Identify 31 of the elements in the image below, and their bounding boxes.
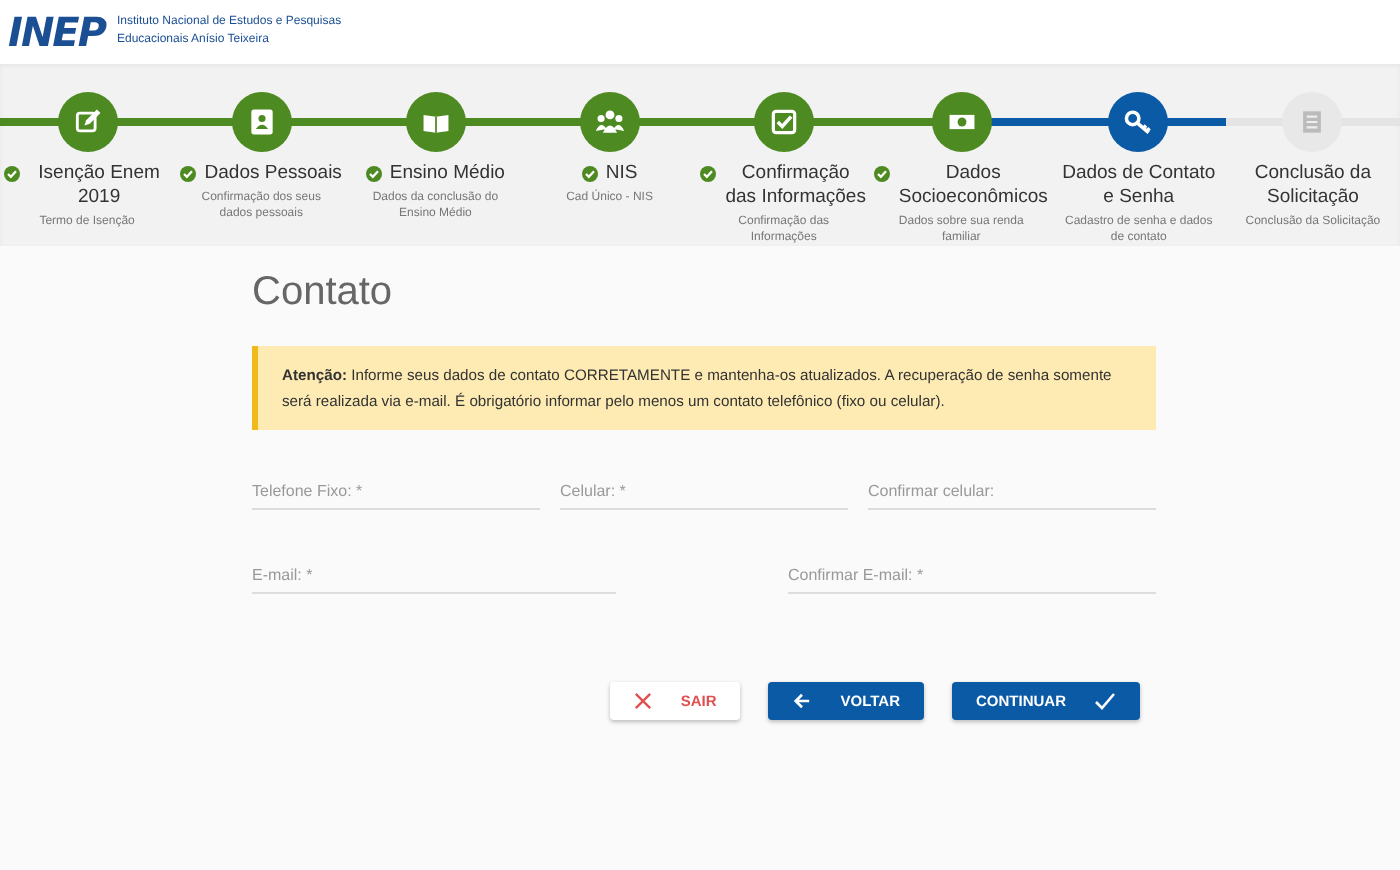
checkbox-icon xyxy=(767,106,800,138)
id-card-icon xyxy=(245,106,278,138)
input-field[interactable]: Telefone Fixo: * xyxy=(252,474,540,510)
step-title: Ensino Médio xyxy=(389,162,505,186)
step-node[interactable] xyxy=(1108,92,1169,152)
input-field[interactable]: E-mail: * xyxy=(252,558,616,594)
step-title: Dados de Contato e Senha xyxy=(1060,162,1218,210)
step-title: NIS xyxy=(605,162,638,186)
close-icon xyxy=(634,692,653,710)
step-node[interactable] xyxy=(753,92,814,152)
step-node[interactable] xyxy=(405,92,466,152)
step-title: Dados Pessoais xyxy=(204,162,342,186)
step-title: Confirmação das Informações xyxy=(724,162,867,210)
arrow-left-icon xyxy=(792,692,813,710)
input-field[interactable]: Celular: * xyxy=(560,474,848,510)
step-node[interactable] xyxy=(231,92,292,152)
logo: INEP xyxy=(8,8,105,56)
step-node[interactable] xyxy=(579,92,640,152)
step-node[interactable] xyxy=(57,92,118,152)
check-icon xyxy=(1094,692,1116,710)
key-icon xyxy=(1122,106,1155,138)
input-field[interactable]: Confirmar E-mail: * xyxy=(788,558,1156,594)
step-node[interactable] xyxy=(931,92,992,152)
page-title: Contato xyxy=(252,270,395,316)
step-title: Conclusão da Solicitação xyxy=(1252,162,1374,210)
step-title: Dados Socioeconômicos xyxy=(898,162,1048,210)
users-icon xyxy=(593,106,626,138)
pencil-square-icon xyxy=(71,106,104,138)
step-title: Isenção Enem 2019 xyxy=(36,162,162,210)
input-field[interactable]: Confirmar celular: xyxy=(868,474,1156,510)
step-node[interactable] xyxy=(1282,92,1343,152)
